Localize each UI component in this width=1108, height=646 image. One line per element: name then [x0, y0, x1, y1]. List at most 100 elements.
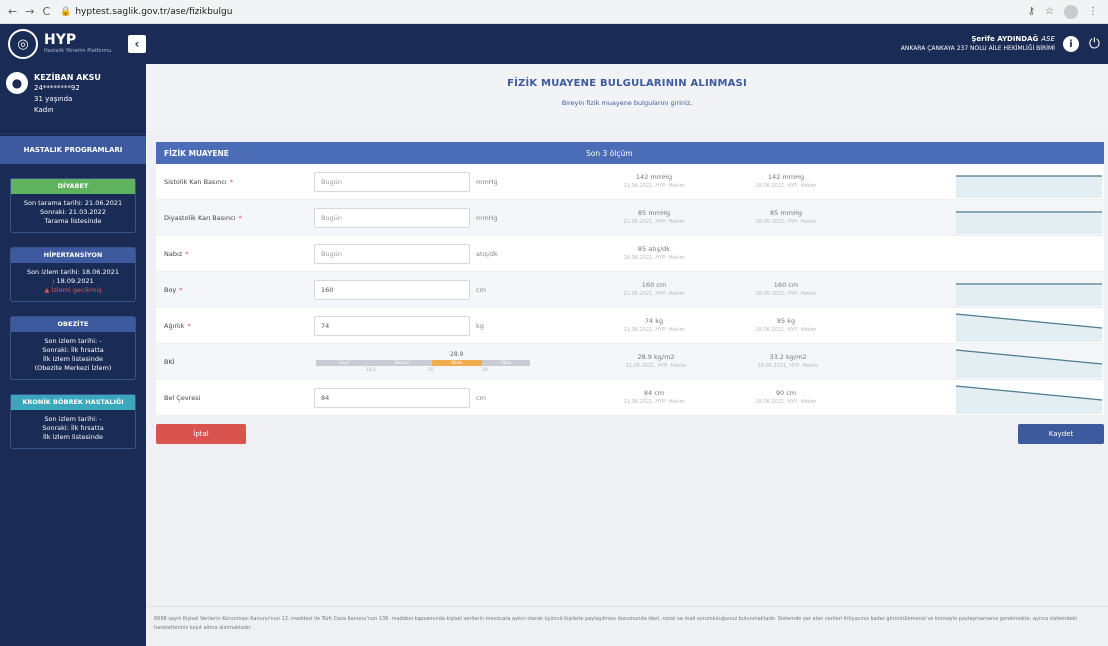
history-measurement: 85 kg [776, 316, 796, 325]
field-label-text: BKİ [164, 357, 175, 366]
program-card[interactable]: HİPERTANSİYON Son izlem tarihi: 18.06.202… [10, 247, 136, 302]
field-label: Sistolik Kan Basıncı * [156, 178, 314, 186]
measurement-input[interactable]: Bugün [314, 243, 470, 264]
history-measurement: 142 mmHg [767, 172, 805, 181]
history-measurement: 160 cm [773, 280, 799, 289]
trend-sparkline [956, 238, 1102, 270]
history-date: 18.06.2021, HYP: Hekim [623, 254, 685, 261]
main-content: FİZİK MUAYENE BULGULARININ ALINMASI Bire… [146, 64, 1108, 646]
key-icon[interactable]: ⚷ [1028, 6, 1035, 17]
patient-card: ● KEZİBAN AKSU 24********92 31 yaşında K… [0, 64, 146, 134]
legal-footer: 6698 sayılı Kişisel Verilerin Korunması … [146, 606, 1108, 646]
history-date: 21.06.2021, HYP: Hekim [623, 326, 685, 333]
required-marker: * [229, 177, 233, 186]
program-title: OBEZİTE [11, 317, 135, 332]
patient-gender: Kadın [34, 106, 54, 114]
table-row: Diyastolik Kan Basıncı * Bugün mmHg 85 mmHg 2… [156, 200, 1104, 236]
table-row: Nabız * Bugün atış/dk 85 atış/dk 18.06.2021, … [156, 236, 1104, 272]
logo-subtitle: Hastalık Yönetim Platformu [44, 48, 112, 54]
field-label-text: Diyastolik Kan Basıncı [164, 213, 236, 222]
back-icon[interactable]: ← [8, 5, 17, 18]
required-marker: * [185, 249, 189, 258]
unit-label: kg [476, 321, 484, 330]
forward-icon[interactable]: → [25, 5, 34, 18]
table-row: Ağırlık * 74 kg 74 kg 21.06.2021, HYP: Hekim 8… [156, 308, 1104, 344]
measurement-input[interactable]: 160 [314, 279, 470, 300]
unit-label: cm [476, 393, 486, 402]
bmi-tick: 30 [482, 367, 488, 373]
disease-programs-header[interactable]: HASTALIK PROGRAMLARI [0, 136, 146, 164]
history-measurement: 85 mmHg [637, 208, 670, 217]
program-card[interactable]: DİYABET Son tarama tarihi: 21.06.2021 Sonr… [10, 178, 136, 233]
program-body: Son izlem tarihi: - Sonraki: İlk fırsatta… [11, 410, 135, 448]
program-card[interactable]: KRONİK BÖBREK HASTALIĞI Son izlem tarihi:… [10, 394, 136, 449]
program-warning: İzlemi gecikmiş [51, 286, 102, 294]
reload-icon[interactable]: C [42, 5, 50, 18]
history-date: 18.06.2021, HYP: Hekim [755, 182, 817, 189]
field-label: Ağırlık * [156, 322, 314, 330]
trend-sparkline [956, 346, 1102, 378]
unit-label: cm [476, 285, 486, 294]
program-line: Son tarama tarihi: 21.06.2021 [23, 199, 123, 207]
panel-title: FİZİK MUAYENE [164, 148, 229, 158]
history-value: 160 cm 18.06.2021, HYP: Hekim [720, 281, 852, 299]
program-line: Son izlem tarihi: 18.06.2021 [26, 268, 120, 276]
bmi-scale: Zayıf Normal Kilolu Obez 28.9 18.5 25 30 [314, 349, 590, 375]
unit-label: mmHg [476, 177, 498, 186]
unit-label: atış/dk [476, 249, 498, 258]
history-value: 85 kg 18.06.2021, HYP: Hekim [720, 317, 852, 335]
program-line: Sonraki: 21.03.2022 [40, 208, 106, 216]
bmi-segment: Kilolu [432, 359, 482, 366]
panel-header: FİZİK MUAYENE Son 3 ölçüm [156, 142, 1104, 164]
bmi-tick: 25 [428, 367, 434, 373]
history-value: 85 mmHg 21.06.2021, HYP: Hekim [588, 209, 720, 227]
history-value: 160 cm 21.06.2021, HYP: Hekim [588, 281, 720, 299]
app-logo[interactable]: ◎ HYP Hastalık Yönetim Platformu [0, 29, 128, 59]
history-measurement: 84 cm [643, 388, 665, 397]
app-header: ◎ HYP Hastalık Yönetim Platformu ‹ Şerif… [0, 24, 1108, 64]
table-row: BKİ Zayıf Normal Kilolu Obez 28.9 18.5 25 30 28.9… [156, 344, 1104, 380]
user-name: Şerife AYDINDAĞ [971, 35, 1039, 43]
program-card[interactable]: OBEZİTE Son izlem tarihi: - Sonraki: İlk f… [10, 316, 136, 380]
cancel-button[interactable]: İptal [156, 424, 246, 444]
power-icon[interactable]: ⏻ [1089, 36, 1100, 52]
field-label-text: Ağırlık [164, 321, 185, 330]
page-subtitle: Bireyin fizik muayene bulgularını girini… [561, 99, 693, 107]
user-avatar-icon: ● [6, 72, 28, 94]
bmi-segment: Zayıf [316, 359, 372, 366]
bmi-bar: Zayıf Normal Kilolu Obez [316, 359, 530, 366]
history-measurement: 33.2 kg/m2 [769, 352, 807, 361]
measurement-input[interactable]: Bugün [314, 207, 470, 228]
bmi-tick: 18.5 [366, 367, 377, 373]
field-label: Diyastolik Kan Basıncı * [156, 214, 314, 222]
field-label-text: Boy [164, 285, 177, 294]
history-date: 18.06.2021, HYP: Hekim [755, 398, 817, 405]
program-body: Son izlem tarihi: 18.06.2021: 18.09.2021… [11, 263, 135, 301]
page-title: FİZİK MUAYENE BULGULARININ ALINMASI [507, 78, 747, 89]
field-label: Boy * [156, 286, 314, 294]
user-info: Şerife AYDINDAĞ ASE ANKARA ÇANKAYA 237 NO… [901, 35, 1063, 53]
menu-icon[interactable]: ⋮ [1088, 6, 1098, 17]
measurement-input[interactable]: 84 [314, 387, 470, 408]
history-value: 84 cm 21.06.2021, HYP: Hekim [588, 389, 720, 407]
address-bar[interactable]: 🔒 hyptest.saglik.gov.tr/ase/fizikbulgu [60, 7, 232, 17]
history-measurement: 160 cm [641, 280, 667, 289]
collapse-sidebar-button[interactable]: ‹ [128, 35, 146, 53]
field-label-text: Nabız [164, 249, 183, 258]
history-value: 74 kg 21.06.2021, HYP: Hekim [588, 317, 720, 335]
logo-title: HYP [44, 32, 77, 48]
info-icon[interactable]: i [1062, 36, 1079, 52]
history-date: 18.06.2021, HYP: Hekim [755, 326, 817, 333]
save-button[interactable]: Kaydet [1018, 424, 1104, 444]
table-row: Boy * 160 cm 160 cm 21.06.2021, HYP: Hekim 160… [156, 272, 1104, 308]
history-measurement: 28.9 kg/m2 [637, 352, 675, 361]
field-label: BKİ [156, 358, 314, 366]
history-measurement: 85 atış/dk [637, 244, 671, 253]
program-line: Sonraki: İlk fırsatta [42, 424, 104, 432]
program-line: (Obezite Merkezi İzlem) [34, 364, 112, 372]
measurement-rows: Sistolik Kan Basıncı * Bugün mmHg 142 mmHg 21… [156, 164, 1104, 416]
star-icon[interactable]: ☆ [1045, 6, 1054, 17]
measurement-input[interactable]: Bugün [314, 171, 470, 192]
profile-avatar[interactable] [1064, 4, 1078, 19]
measurement-input[interactable]: 74 [314, 315, 470, 336]
